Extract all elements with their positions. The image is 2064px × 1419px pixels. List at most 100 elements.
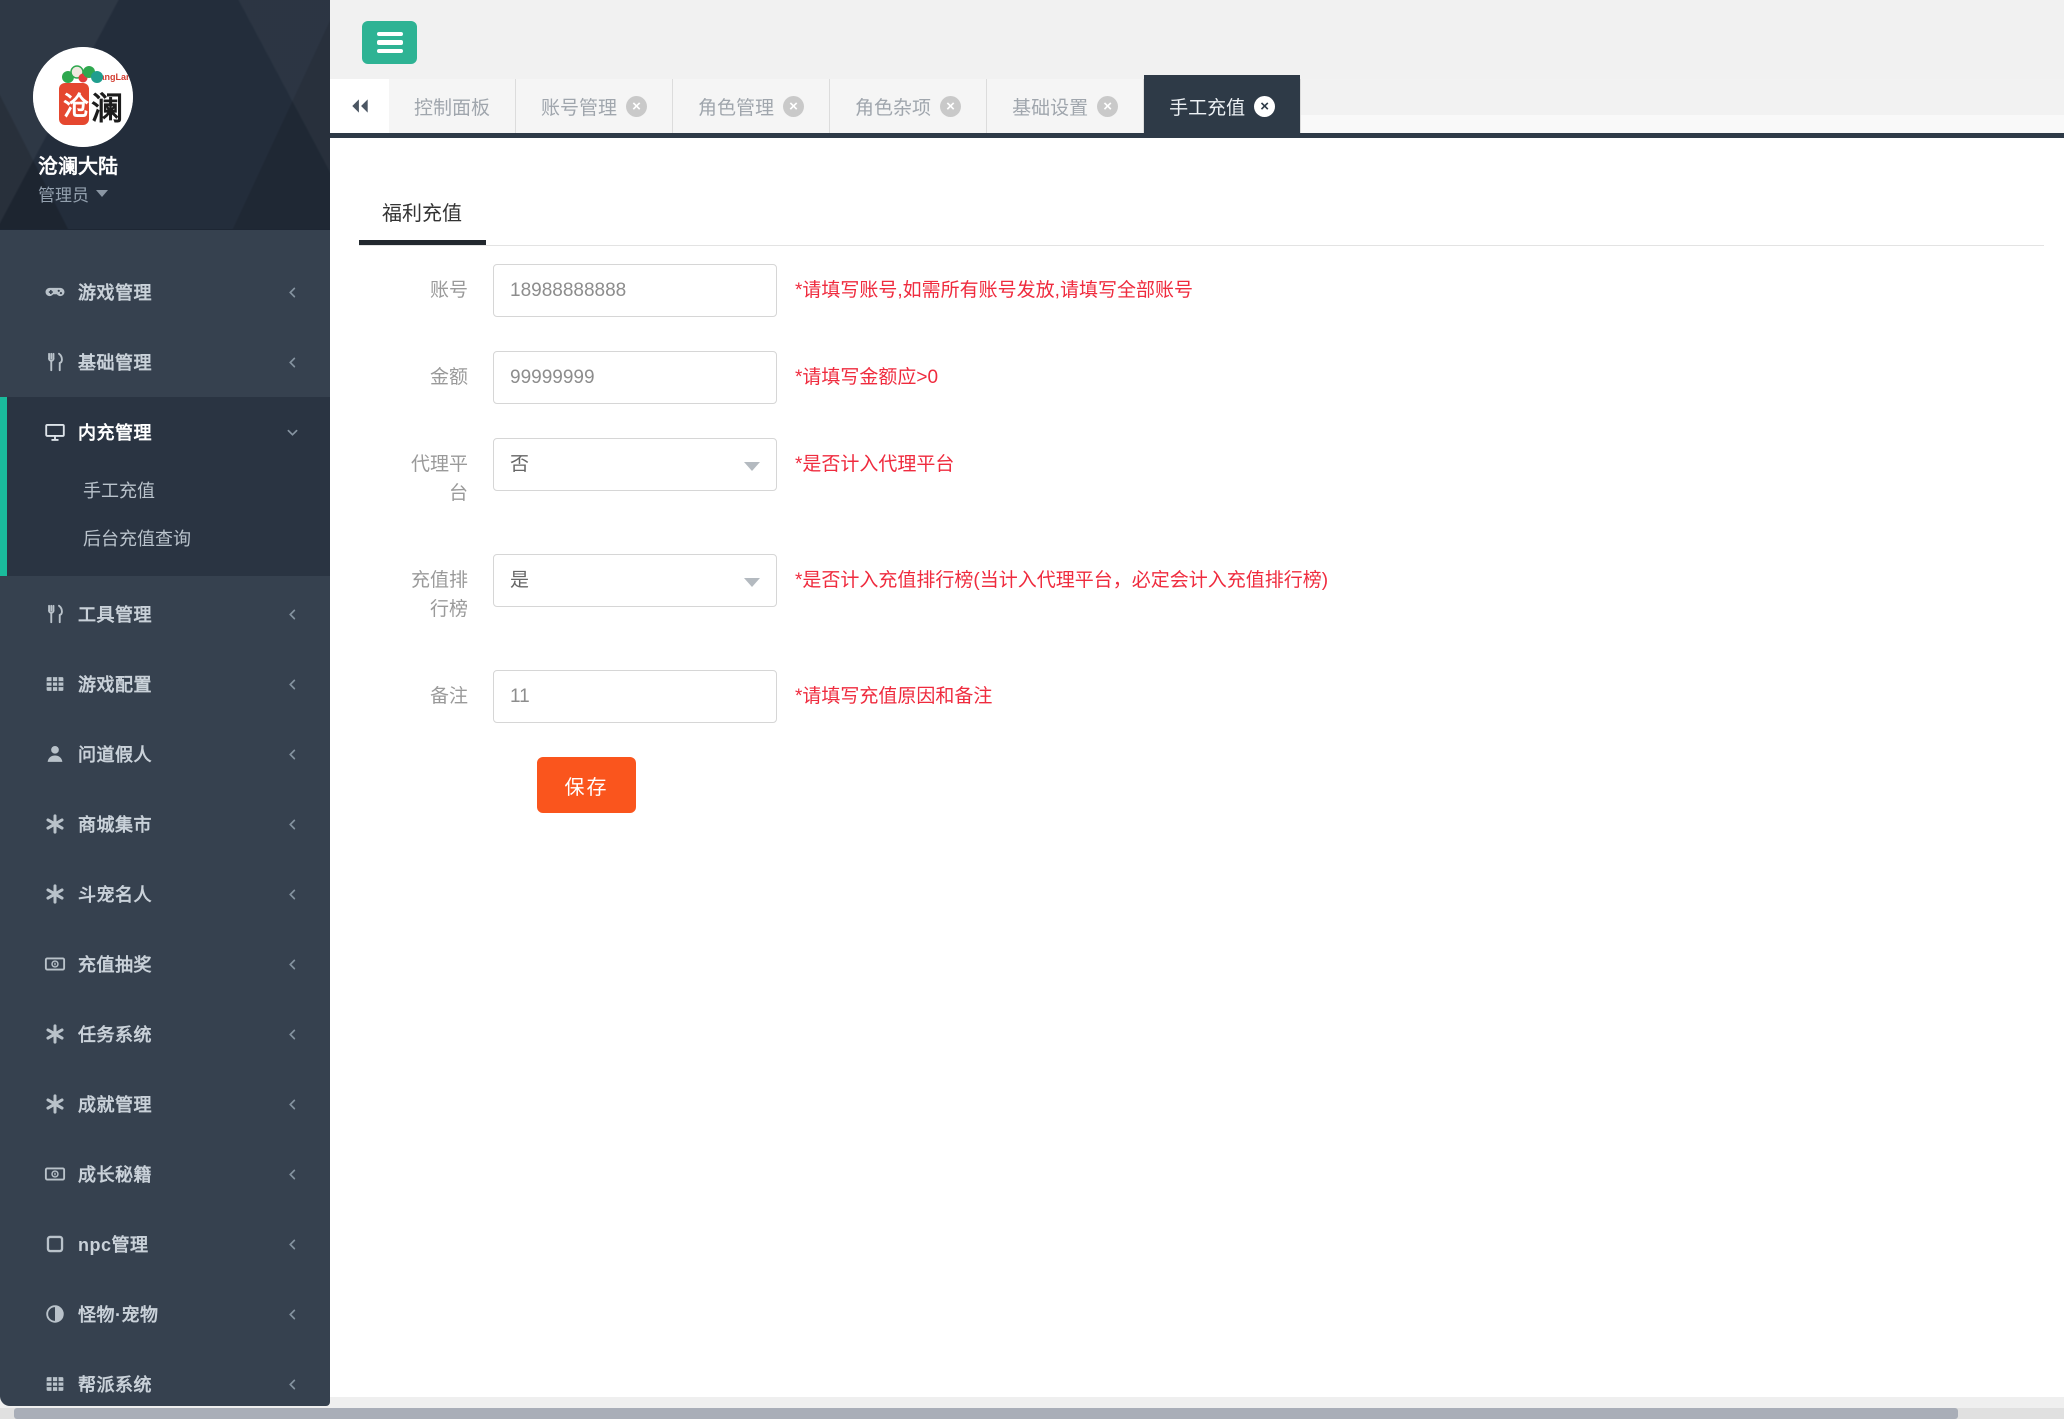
square-icon [44,1233,66,1255]
tab-bar: 控制面板账号管理×角色管理×角色杂项×基础设置×手工充值× [330,79,2064,133]
table-icon [44,1373,66,1395]
tab-role-misc[interactable]: 角色杂项× [830,79,987,133]
chevron-left-icon [285,607,300,622]
sidebar-item-mall-market[interactable]: 商城集市 [0,789,330,859]
chevron-down-icon [285,425,300,440]
sidebar-item-fake-player[interactable]: 问道假人 [0,719,330,789]
chevron-left-icon [285,285,300,300]
asterisk-icon [44,1023,66,1045]
chevron-left-icon [285,1377,300,1392]
sidebar-item-label: npc管理 [78,1231,149,1257]
tab-account-mgmt[interactable]: 账号管理 × [516,79,673,133]
sidebar-subitem-backend-recharge-query[interactable]: 后台充值查询 [0,515,330,563]
sidebar-item-npc-mgmt[interactable]: npc管理 [0,1209,330,1279]
agent-platform-select-value: 否 [510,454,529,475]
tab-label: 控制面板 [414,93,490,120]
chevron-left-icon [285,1237,300,1252]
profile-role-dropdown[interactable]: 管理员 [38,181,108,206]
sidebar-item-game-mgmt[interactable]: 游戏管理 [0,257,330,327]
sidebar-item-game-config[interactable]: 游戏配置 [0,649,330,719]
main-area: 控制面板账号管理×角色管理×角色杂项×基础设置×手工充值× 福利充值 账号*请填… [330,0,2064,1419]
agent-platform-select-control: 否 [493,438,777,508]
sidebar-menu: 游戏管理基础管理内充管理手工充值后台充值查询工具管理游戏配置问道假人商城集市斗宠… [0,229,330,1419]
sidebar-item-label: 怪物·宠物 [78,1301,159,1327]
remark-field-label: 备注 [403,670,468,723]
amount-field-label: 金额 [403,351,468,404]
tab-dashboard[interactable]: 控制面板 [389,79,516,133]
chevron-left-icon [285,747,300,762]
content-panel: 福利充值 账号*请填写账号,如需所有账号发放,请填写全部账号金额 *请填写金额应>… [330,138,2064,1342]
recharge-rank-select-hint: *是否计入充值排行榜(当计入代理平台，必定会计入充值排行榜) [795,554,1328,624]
tab-role-mgmt[interactable]: 角色管理 × [673,79,830,133]
select-caret-icon [744,578,760,587]
chevron-left-icon [285,1027,300,1042]
agent-platform-select[interactable]: 否 [493,438,777,491]
site-logo-icon: CangLan 沧 澜 [33,47,133,147]
remark-field-control [493,670,777,723]
sidebar-item-label: 任务系统 [78,1021,152,1047]
amount-field-hint: *请填写金额应>0 [795,351,938,404]
section-tabs-row: 福利充值 [359,198,2044,246]
sidebar-item-label: 内充管理 [78,419,152,445]
tab-label: 账号管理 [541,93,617,120]
recharge-form: 账号*请填写账号,如需所有账号发放,请填写全部账号金额 *请填写金额应>0 代理平台… [359,264,2044,813]
sidebar-item-base-mgmt[interactable]: 基础管理 [0,327,330,397]
sidebar-subitem-manual-recharge[interactable]: 手工充值 [0,467,330,515]
sidebar-item-achievement-mgmt[interactable]: 成就管理 [0,1069,330,1139]
recharge-rank-select-label: 充值排行榜 [403,554,468,624]
tab-welfare-recharge[interactable]: 福利充值 [359,198,486,245]
tab-close-icon[interactable]: × [626,96,647,117]
chevron-left-icon [285,887,300,902]
agent-platform-select-label: 代理平台 [403,438,468,508]
amount-field[interactable] [493,351,777,404]
sidebar-item-guild-system[interactable]: 帮派系统 [0,1349,330,1419]
sidebar-toggle-button[interactable] [362,21,417,64]
sidebar-item-task-system[interactable]: 任务系统 [0,999,330,1069]
remark-field[interactable] [493,670,777,723]
sidebar-item-tool-mgmt[interactable]: 工具管理 [0,579,330,649]
tab-close-icon[interactable]: × [940,96,961,117]
sidebar-item-recharge-mgmt[interactable]: 内充管理 [0,397,330,467]
tab-base-settings[interactable]: 基础设置× [987,79,1144,133]
sidebar-item-recharge-lottery[interactable]: 充值抽奖 [0,929,330,999]
avatar[interactable]: CangLan 沧 澜 [33,47,133,147]
tab-bar-filler [1301,79,2064,133]
menu-icon [377,32,403,37]
save-button[interactable]: 保存 [537,757,636,813]
user-icon [44,743,66,765]
tab-manual-recharge[interactable]: 手工充值× [1144,79,1301,133]
chevron-left-icon [285,355,300,370]
remark-field-hint: *请填写充值原因和备注 [795,670,992,723]
gamepad-icon [44,281,66,303]
tab-close-icon[interactable]: × [1254,96,1275,117]
sidebar-item-monster-pet[interactable]: 怪物·宠物 [0,1279,330,1349]
sidebar-item-pet-celebrity[interactable]: 斗宠名人 [0,859,330,929]
page: CangLan 沧 澜 沧澜大陆 管理员 游戏管理基础管理内充管理手工充值后台充… [0,0,2064,1419]
sidebar-item-label: 工具管理 [78,601,152,627]
chevron-left-icon [285,677,300,692]
sidebar-item-label: 成长秘籍 [78,1161,152,1187]
tab-close-icon[interactable]: × [783,96,804,117]
desktop-icon [44,421,66,443]
sidebar-item-label: 充值抽奖 [78,951,152,977]
account-field[interactable] [493,264,777,317]
chevron-left-icon [285,957,300,972]
amount-field-row: 金额 *请填写金额应>0 [359,351,2044,404]
asterisk-icon [44,1093,66,1115]
sidebar-item-growth-manual[interactable]: 成长秘籍 [0,1139,330,1209]
chevron-left-icon [285,817,300,832]
sidebar-item-label: 商城集市 [78,811,152,837]
tab-label: 角色管理 [698,93,774,120]
sidebar: CangLan 沧 澜 沧澜大陆 管理员 游戏管理基础管理内充管理手工充值后台充… [0,0,330,1406]
recharge-rank-select[interactable]: 是 [493,554,777,607]
tab-close-icon[interactable]: × [1097,96,1118,117]
account-field-row: 账号*请填写账号,如需所有账号发放,请填写全部账号 [359,264,2044,317]
sidebar-item-label: 问道假人 [78,741,152,767]
account-field-label: 账号 [403,264,468,317]
tabs-collapse-button[interactable] [330,79,389,133]
recharge-rank-select-control: 是 [493,554,777,624]
chevron-left-icon [285,1307,300,1322]
remark-field-row: 备注 *请填写充值原因和备注 [359,670,2044,723]
money-icon [44,953,66,975]
sidebar-profile: CangLan 沧 澜 沧澜大陆 管理员 [0,0,330,230]
